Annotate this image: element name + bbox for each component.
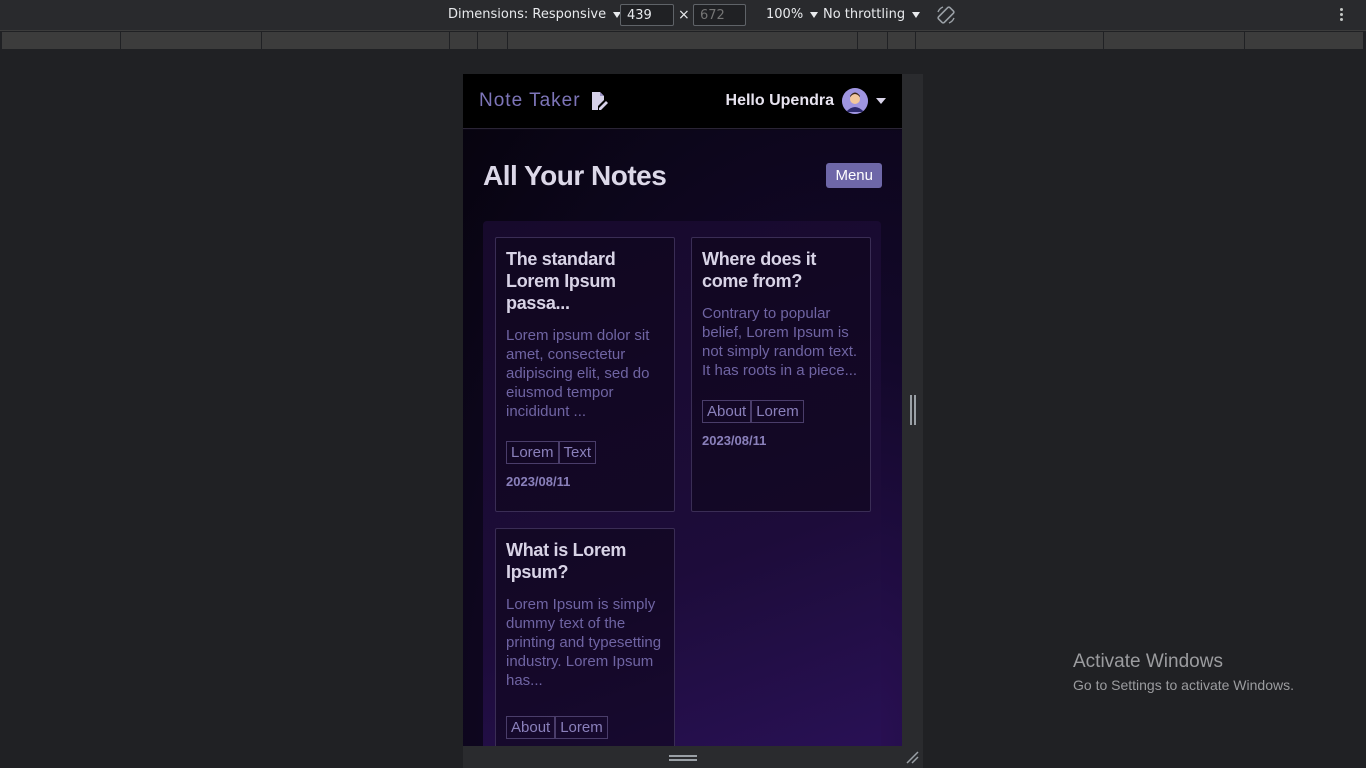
menu-button[interactable]: Menu bbox=[826, 163, 882, 188]
media-segment[interactable] bbox=[888, 32, 916, 49]
note-body: Lorem ipsum dolor sit amet, consectetur … bbox=[506, 327, 650, 420]
media-segment[interactable] bbox=[916, 32, 1104, 49]
note-body: Lorem Ipsum is simply dummy text of the … bbox=[506, 596, 662, 689]
note-card[interactable]: What is Lorem Ipsum? Lorem Ipsum is simp… bbox=[495, 528, 675, 746]
device-viewport: Note Taker Hello Upendra All Your Notes … bbox=[463, 74, 902, 746]
chevron-down-icon bbox=[876, 98, 886, 104]
windows-activation-watermark: Activate Windows Go to Settings to activ… bbox=[1073, 651, 1294, 693]
dimensions-label: Dimensions: Responsive bbox=[448, 7, 607, 22]
media-segment[interactable] bbox=[262, 32, 450, 49]
note-tags: Lorem Text bbox=[506, 441, 664, 464]
note-tag[interactable]: Lorem bbox=[751, 400, 804, 423]
note-date: 2023/08/11 bbox=[702, 433, 767, 448]
media-segment[interactable] bbox=[121, 32, 262, 49]
height-resize-handle[interactable] bbox=[669, 755, 697, 761]
note-tags: About Lorem bbox=[702, 400, 860, 423]
media-segment[interactable] bbox=[2, 32, 121, 49]
note-card[interactable]: Where does it come from? Contrary to pop… bbox=[691, 237, 871, 512]
height-input[interactable] bbox=[693, 4, 746, 26]
zoom-label: 100% bbox=[766, 7, 804, 22]
width-resize-handle[interactable] bbox=[910, 395, 916, 425]
note-tag[interactable]: Lorem bbox=[506, 441, 559, 464]
devtools-device-toolbar: Dimensions: Responsive × 100% No throttl… bbox=[0, 0, 1366, 31]
note-body: Contrary to popular belief, Lorem Ipsum … bbox=[702, 305, 858, 379]
dimension-separator: × bbox=[678, 7, 690, 23]
dimensions-dropdown[interactable]: Dimensions: Responsive bbox=[448, 7, 622, 22]
corner-resize-handle[interactable] bbox=[905, 750, 919, 764]
note-tags: About Lorem bbox=[506, 716, 664, 739]
throttling-dropdown[interactable]: No throttling bbox=[823, 7, 921, 22]
chevron-down-icon bbox=[810, 11, 819, 18]
media-segment[interactable] bbox=[1104, 32, 1245, 49]
avatar bbox=[842, 88, 868, 114]
media-segment[interactable] bbox=[478, 32, 508, 49]
navbar: Note Taker Hello Upendra bbox=[463, 74, 902, 129]
notes-panel: The standard Lorem Ipsum passa... Lorem … bbox=[483, 221, 881, 746]
brand-link[interactable]: Note Taker bbox=[479, 90, 609, 112]
zoom-dropdown[interactable]: 100% bbox=[766, 7, 819, 22]
page-title: All Your Notes bbox=[483, 160, 667, 191]
note-tag[interactable]: Text bbox=[558, 441, 597, 464]
media-segment[interactable] bbox=[858, 32, 888, 49]
width-input[interactable] bbox=[620, 4, 674, 26]
chevron-down-icon bbox=[912, 11, 921, 18]
media-segment[interactable] bbox=[450, 32, 478, 49]
user-menu[interactable]: Hello Upendra bbox=[726, 88, 886, 114]
note-card[interactable]: The standard Lorem Ipsum passa... Lorem … bbox=[495, 237, 675, 512]
note-title: What is Lorem Ipsum? bbox=[506, 540, 627, 582]
note-title: Where does it come from? bbox=[702, 249, 817, 291]
note-tag[interactable]: Lorem bbox=[555, 716, 608, 739]
user-greeting: Hello Upendra bbox=[725, 92, 834, 109]
throttling-label: No throttling bbox=[823, 7, 906, 22]
watermark-subtitle: Go to Settings to activate Windows. bbox=[1073, 677, 1294, 693]
media-query-bar bbox=[0, 31, 1366, 50]
media-segment[interactable] bbox=[508, 32, 858, 49]
brand-name: Note Taker bbox=[479, 90, 581, 111]
main-content: All Your Notes Menu The standard Lorem I… bbox=[463, 130, 902, 746]
watermark-title: Activate Windows bbox=[1073, 651, 1223, 672]
note-edit-icon bbox=[591, 92, 608, 110]
note-tag[interactable]: About bbox=[702, 400, 752, 423]
note-tag[interactable]: About bbox=[506, 716, 556, 739]
more-options-icon[interactable] bbox=[1336, 6, 1346, 24]
rotate-icon[interactable] bbox=[935, 4, 957, 26]
media-segment[interactable] bbox=[1245, 32, 1364, 49]
note-date: 2023/08/11 bbox=[506, 474, 571, 489]
note-title: The standard Lorem Ipsum passa... bbox=[506, 249, 616, 313]
